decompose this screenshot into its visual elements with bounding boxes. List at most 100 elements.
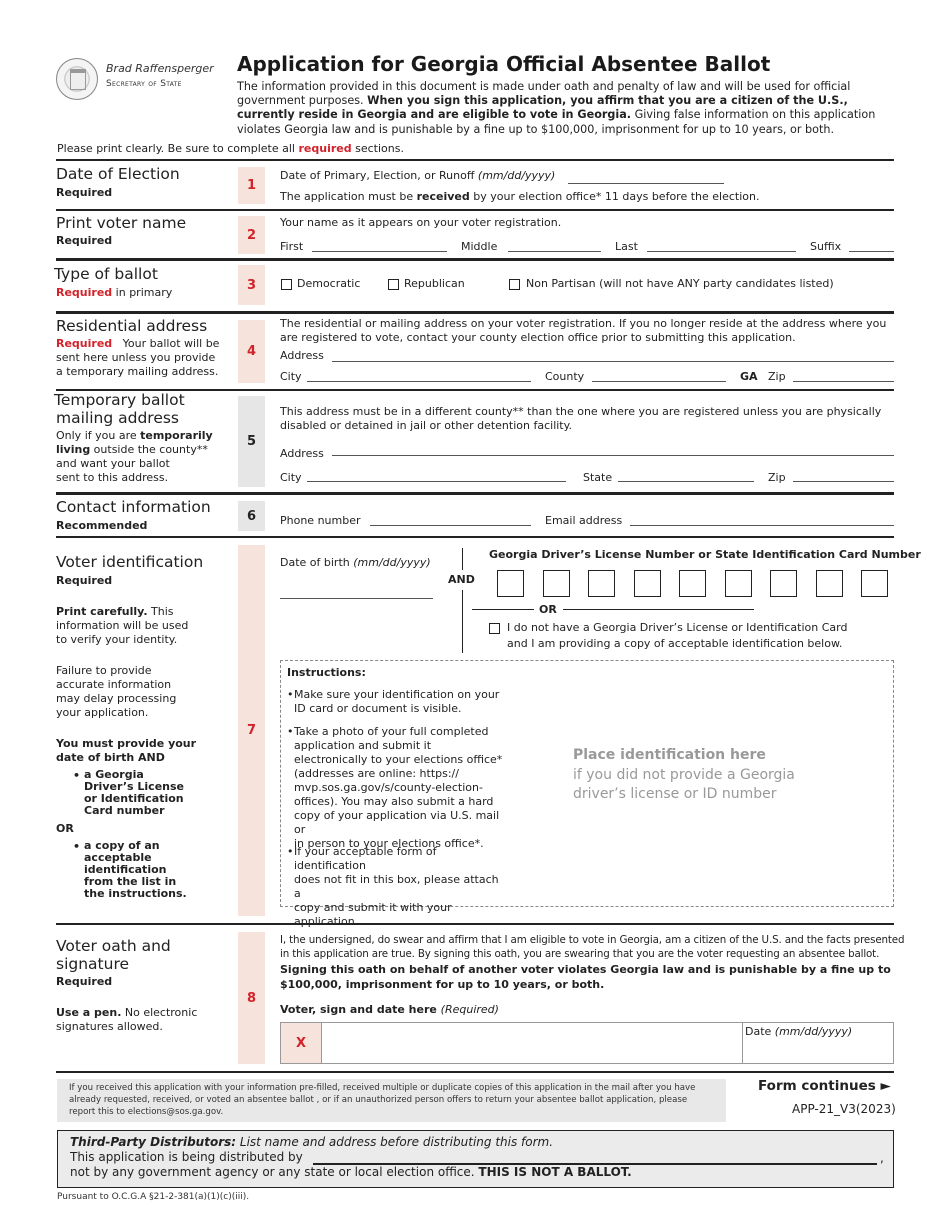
temp-state-field[interactable] xyxy=(618,481,754,482)
state-ga: GA xyxy=(740,370,758,383)
print-carefully-line1: Print carefully. This xyxy=(56,605,174,619)
bullet-icon: • xyxy=(73,840,81,853)
bullet-icon: • xyxy=(287,688,294,701)
license-digit-box[interactable] xyxy=(497,570,524,597)
dob-format-hint: (mm/dd/yyyy) xyxy=(353,556,431,569)
middle-name-field[interactable] xyxy=(508,251,601,252)
note-bold: living xyxy=(56,443,91,456)
zip-label: Zip xyxy=(768,370,786,383)
temp-instruction: This address must be in a different coun… xyxy=(280,405,882,432)
divider xyxy=(56,1071,894,1073)
failure-line4: your application. xyxy=(56,706,149,719)
date-format-hint: (mm/dd/yyyy) xyxy=(477,169,556,182)
democratic-checkbox[interactable] xyxy=(281,279,292,290)
oath-line1: I, the undersigned, do swear and affirm … xyxy=(280,934,905,946)
georgia-state-seal-icon xyxy=(56,58,98,100)
distributed-by-line: This application is being distributed by… xyxy=(70,1150,884,1165)
vertical-divider xyxy=(462,590,463,653)
instruction-line: does not fit in this box, please attach … xyxy=(287,873,507,901)
republican-checkbox[interactable] xyxy=(388,279,399,290)
instructions-title: Instructions: xyxy=(287,666,366,679)
instruction-line: • If your acceptable form of identificati… xyxy=(287,845,507,873)
residential-city-field[interactable] xyxy=(307,381,531,382)
dob-field[interactable] xyxy=(280,598,433,599)
temp-address-field[interactable] xyxy=(332,455,894,456)
bullet2-line5: the instructions. xyxy=(84,887,187,900)
license-digit-box[interactable] xyxy=(770,570,797,597)
name-instruction: Your name as it appears on your voter re… xyxy=(280,216,562,229)
divider xyxy=(56,159,894,161)
no-license-checkbox[interactable] xyxy=(489,623,500,634)
bullet1-line4: Card number xyxy=(84,804,165,817)
section-number: 4 xyxy=(238,320,265,383)
section-title: Type of ballot xyxy=(54,265,158,283)
report-notice: If you received this application with yo… xyxy=(57,1079,726,1122)
section-title: Residential address xyxy=(56,317,208,335)
section-title-line2: mailing address xyxy=(56,409,180,427)
date-format-hint: (mm/dd/yyyy) xyxy=(774,1025,853,1038)
dob-label-text: Date of birth xyxy=(280,556,354,569)
nonpartisan-checkbox[interactable] xyxy=(509,279,520,290)
instruction-text: mvp.sos.ga.gov/s/county-election- xyxy=(294,781,483,794)
note-bold: received xyxy=(416,190,470,203)
city-label: City xyxy=(280,370,302,383)
residential-county-field[interactable] xyxy=(592,381,726,382)
received-note: The application must be received by your… xyxy=(280,190,759,204)
print-bold: Print carefully. xyxy=(56,605,148,618)
failure-line2: accurate information xyxy=(56,678,172,691)
section-number: 3 xyxy=(238,265,265,305)
city-label: City xyxy=(280,471,302,484)
license-digit-box[interactable] xyxy=(679,570,706,597)
suffix-field[interactable] xyxy=(849,251,894,252)
instruction-text: application. xyxy=(294,915,359,928)
license-digit-box[interactable] xyxy=(724,570,752,597)
print-carefully-line2: information will be used xyxy=(56,619,189,632)
note-post: by your election office* 11 days before … xyxy=(469,190,760,203)
temp-zip-field[interactable] xyxy=(793,481,894,482)
section-title: Voter identification xyxy=(56,553,204,571)
instruction-line: • Make sure your identification on your xyxy=(287,688,507,702)
instruction-line: mvp.sos.ga.gov/s/county-election- xyxy=(287,781,507,795)
sign-label-text: Voter, sign and date here xyxy=(280,1003,441,1016)
signature-box: X Date (mm/dd/yyyy) xyxy=(280,1022,894,1064)
date-label-text: Date xyxy=(745,1025,775,1038)
temp-note-line1: Only if you are temporarily xyxy=(56,429,213,443)
state-label: State xyxy=(583,471,613,484)
last-name-field[interactable] xyxy=(647,251,796,252)
divider xyxy=(56,209,894,211)
phone-field[interactable] xyxy=(370,525,531,526)
or-rule-left xyxy=(472,609,534,610)
temp-city-field[interactable] xyxy=(307,481,566,482)
email-field[interactable] xyxy=(630,525,894,526)
residential-zip-field[interactable] xyxy=(793,381,894,382)
dob-label: Date of birth (mm/dd/yyyy) xyxy=(280,556,431,570)
license-digit-box[interactable] xyxy=(815,570,843,597)
sign-required: (Required) xyxy=(440,1003,499,1016)
license-digit-box[interactable] xyxy=(542,570,570,597)
election-date-field[interactable] xyxy=(568,183,724,184)
note-mid: outside the county** xyxy=(90,443,208,456)
license-digit-box[interactable] xyxy=(588,570,615,597)
first-name-field[interactable] xyxy=(312,251,447,252)
section-title: Date of Election xyxy=(56,165,180,183)
license-digit-box[interactable] xyxy=(861,570,888,597)
pen-bold: Use a pen. xyxy=(56,1006,122,1019)
democratic-label: Democratic xyxy=(297,277,361,290)
signature-date-field[interactable] xyxy=(743,1039,893,1063)
no-license-line2: and I am providing a copy of acceptable … xyxy=(507,637,843,650)
section-title: Contact information xyxy=(56,498,211,516)
election-date-label: Date of Primary, Election, or Runoff (mm… xyxy=(280,169,555,183)
status-suffix: in primary xyxy=(112,286,173,299)
residential-note: Required Your ballot will be xyxy=(56,337,219,351)
signature-field[interactable] xyxy=(323,1023,741,1063)
or-divider-label: OR xyxy=(539,603,557,616)
instruction-line: ID card or document is visible. xyxy=(287,702,507,716)
oath-line2: in this application are true. By signing… xyxy=(280,948,880,960)
license-digit-box[interactable] xyxy=(633,570,661,597)
warning-line1: Signing this oath on behalf of another v… xyxy=(280,963,891,976)
instruction-line: application. xyxy=(287,915,507,929)
residential-address-field[interactable] xyxy=(332,361,894,362)
distributor-name-field[interactable] xyxy=(313,1163,877,1165)
bullet-icon: • xyxy=(287,725,294,738)
instruction-item: • Take a photo of your full completed appl… xyxy=(287,725,507,851)
